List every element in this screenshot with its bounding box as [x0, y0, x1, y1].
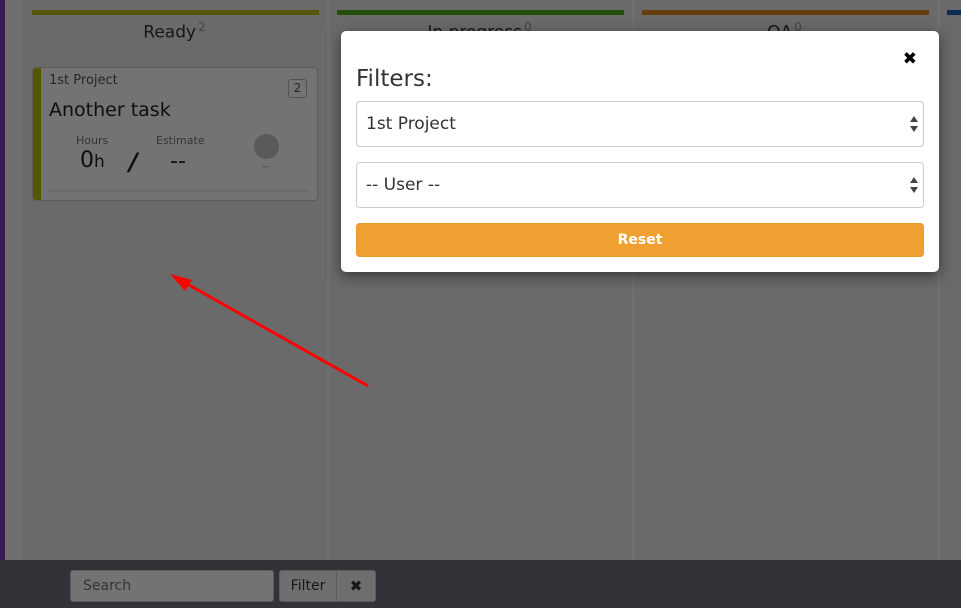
reset-button[interactable]: Reset	[356, 223, 924, 257]
close-icon[interactable]: ✖	[903, 49, 917, 69]
user-select-value: -- User --	[366, 175, 441, 195]
project-select-value: 1st Project	[366, 114, 456, 134]
filters-modal: ✖ Filters: 1st Project -- User -- Reset	[341, 31, 939, 272]
modal-title: Filters:	[356, 66, 433, 92]
select-arrows-icon	[910, 116, 918, 132]
select-arrows-icon	[910, 177, 918, 193]
project-select[interactable]: 1st Project	[356, 101, 924, 147]
user-select[interactable]: -- User --	[356, 162, 924, 208]
